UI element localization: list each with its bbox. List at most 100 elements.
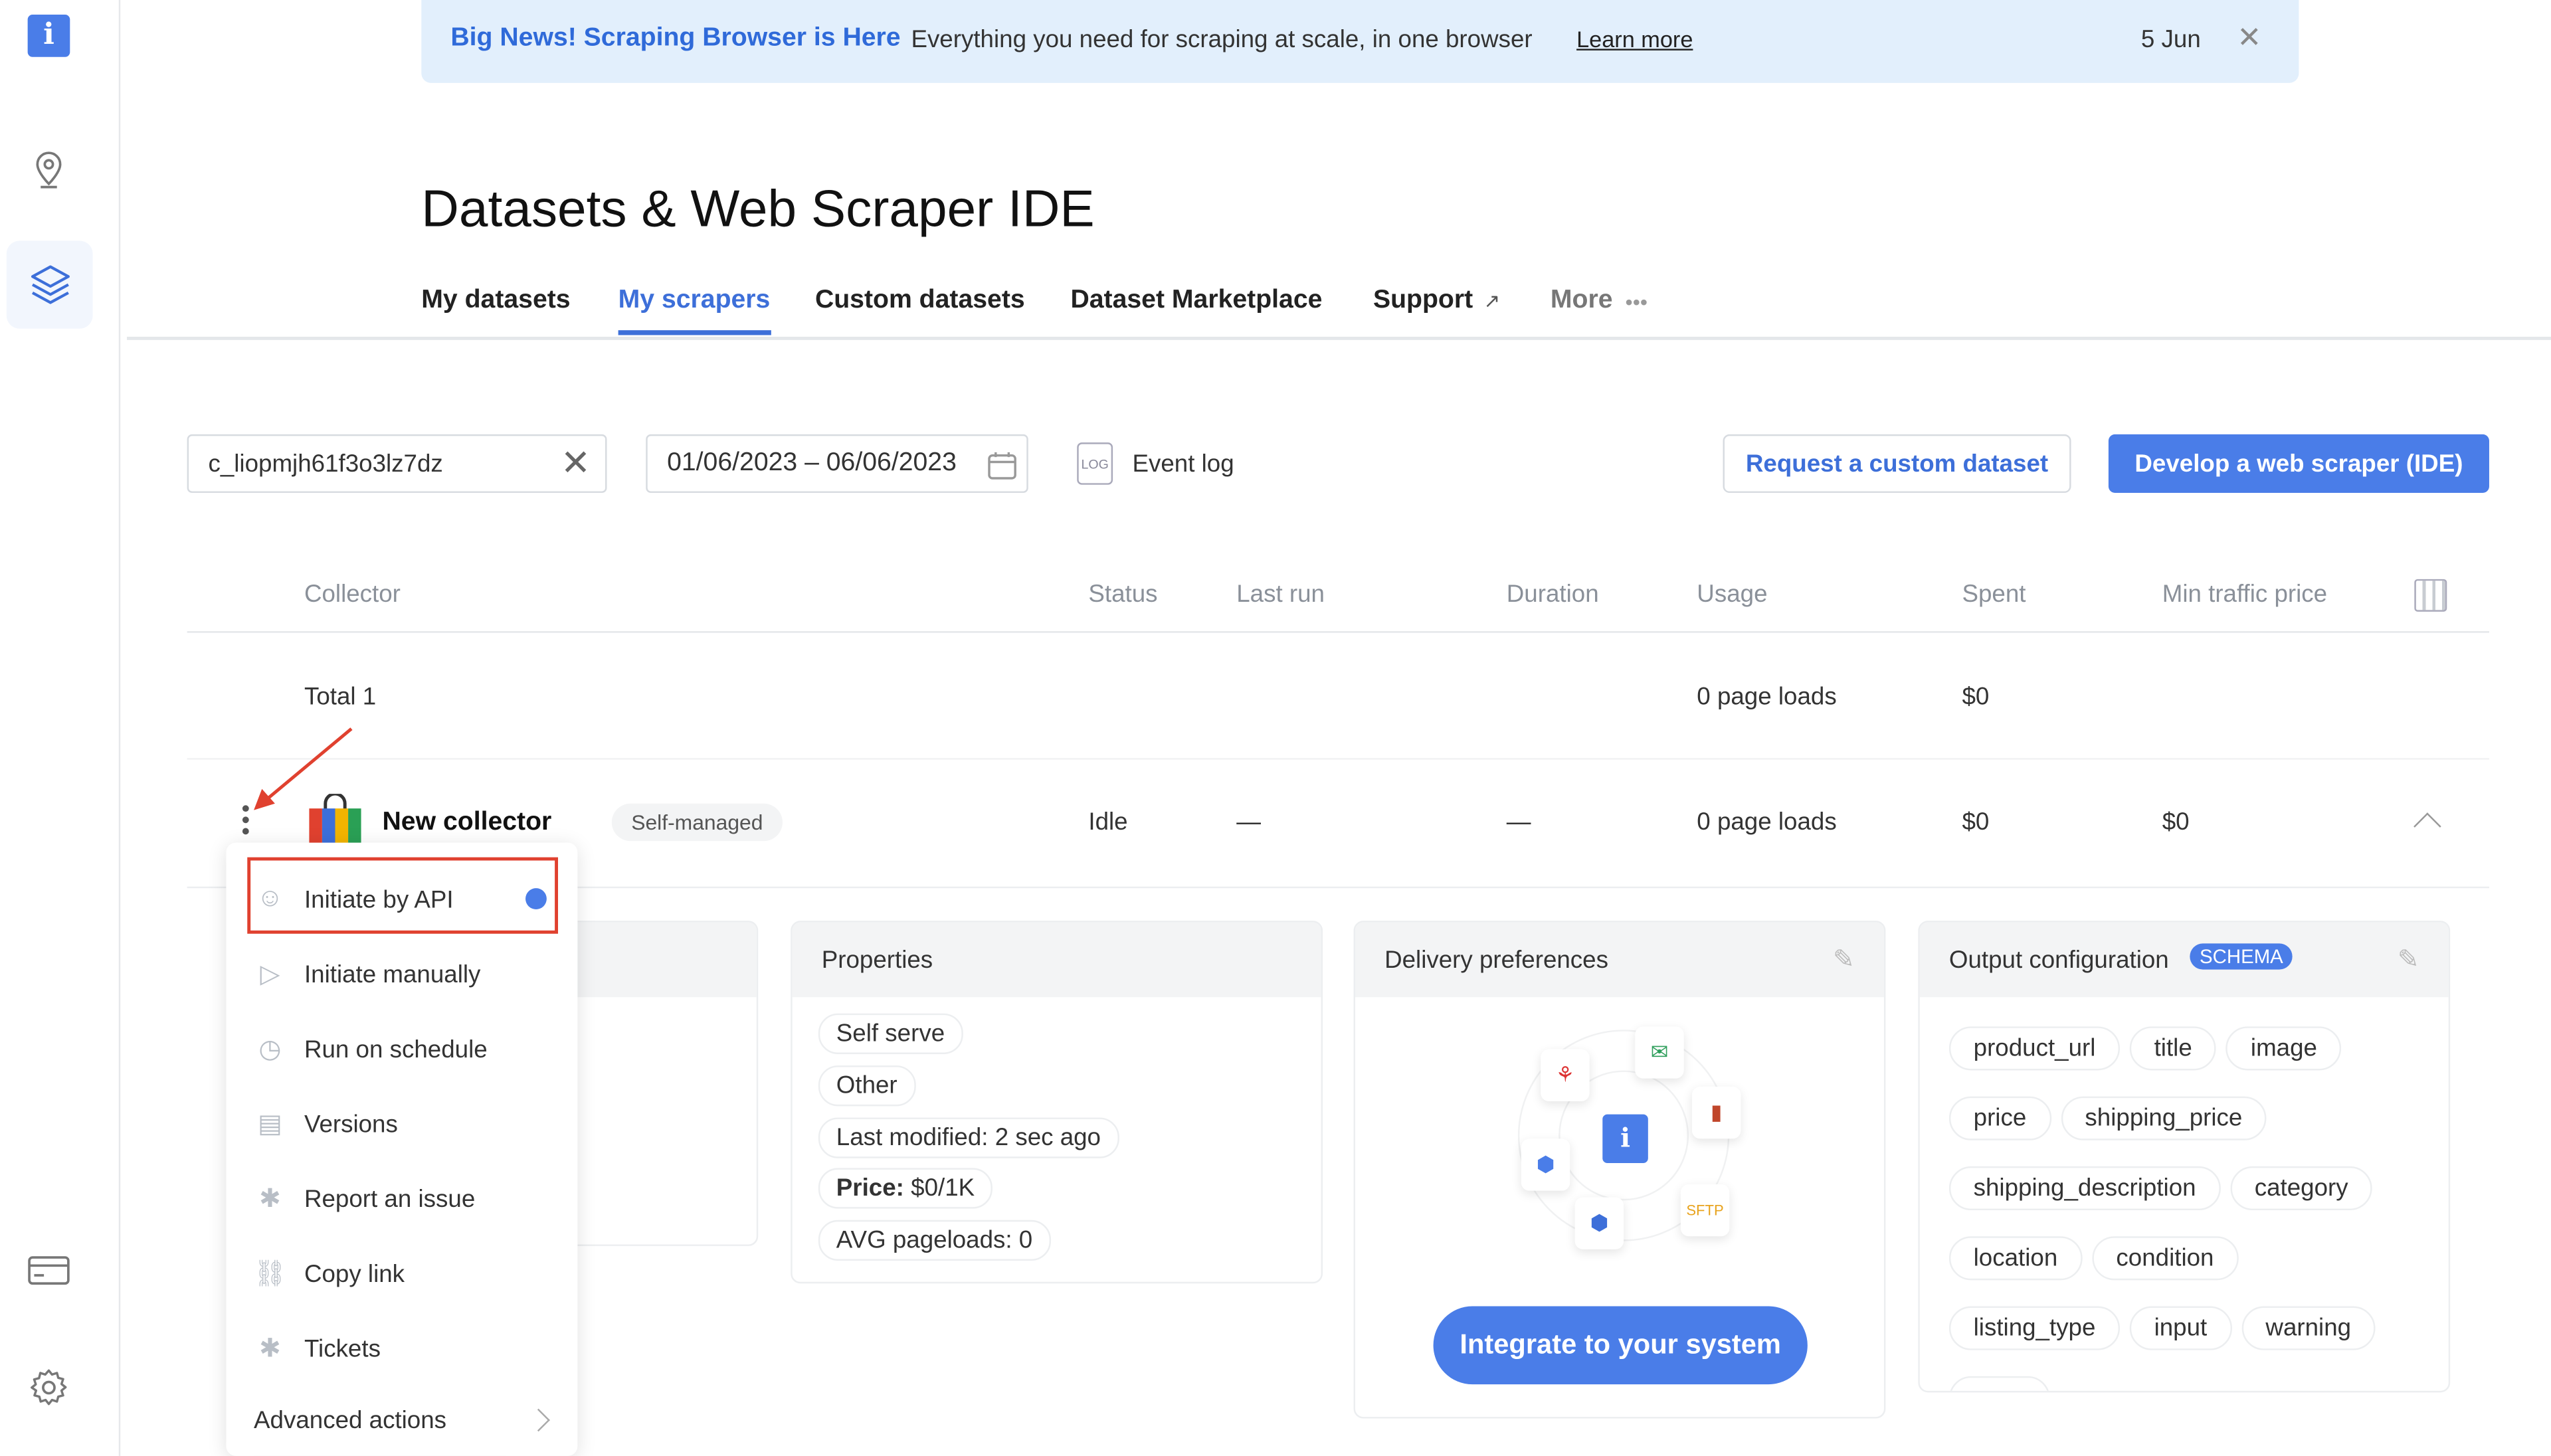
develop-web-scraper-button[interactable]: Develop a web scraper (IDE) — [2108, 434, 2489, 494]
calendar-clock-icon: ◷ — [258, 1036, 282, 1064]
billing-card-icon[interactable] — [28, 1256, 70, 1293]
webhook-icon: ⚘ — [1541, 1049, 1590, 1101]
menu-item-label: Initiate manually — [304, 960, 481, 988]
properties-title: Properties — [792, 922, 1321, 998]
schema-badge[interactable]: SCHEMA — [2190, 943, 2293, 970]
menu-item-label: Versions — [304, 1110, 398, 1138]
menu-item-label: Run on schedule — [304, 1035, 488, 1063]
api-status-dot — [525, 888, 547, 909]
menu-item-report-an-issue[interactable]: ✱ Report an issue — [252, 1180, 475, 1219]
tab-my-scrapers[interactable]: My scrapers — [618, 286, 771, 316]
collector-search-input[interactable]: c_liopmjh61f3o3lz7dz ✕ — [187, 434, 607, 494]
output-configuration-panel: Output configuration SCHEMA ✎ product_ur… — [1918, 921, 2451, 1393]
menu-item-advanced-actions[interactable]: Advanced actions — [254, 1401, 550, 1440]
chevron-right-icon — [527, 1408, 550, 1432]
property-tag: Last modified: 2 sec ago — [818, 1117, 1119, 1158]
menu-item-run-on-schedule[interactable]: ◷ Run on schedule — [252, 1030, 488, 1069]
logo-icon[interactable]: i — [27, 15, 70, 57]
integrate-button[interactable]: Integrate to your system — [1433, 1306, 1808, 1385]
output-field-tag: title — [2129, 1026, 2217, 1071]
output-field-tag: product_url — [1948, 1026, 2121, 1071]
row-usage: 0 page loads — [1697, 808, 1837, 836]
menu-item-label: Copy link — [304, 1259, 405, 1288]
active-tab-underline — [618, 330, 771, 335]
edit-icon[interactable]: ✎ — [1833, 943, 1855, 976]
delivery-preferences-panel: Delivery preferences ✎ i ⚘ ✉ ▮ ⬢ ⬢ SFTP … — [1353, 921, 1886, 1419]
column-collector[interactable]: Collector — [304, 581, 401, 608]
log-file-icon: ▤ — [258, 1111, 283, 1139]
google-storage-icon: ⬢ — [1521, 1138, 1570, 1191]
banner-learn-more-link[interactable]: Learn more — [1576, 26, 1693, 52]
advanced-actions-label: Advanced actions — [254, 1406, 447, 1434]
header-divider — [187, 631, 2489, 633]
more-dots-icon[interactable]: ••• — [1626, 290, 1648, 314]
event-log-button[interactable]: LOG Event log — [1077, 442, 1234, 485]
column-duration[interactable]: Duration — [1507, 581, 1599, 608]
column-last-run[interactable]: Last run — [1236, 581, 1325, 608]
sidebar-item-datasets[interactable] — [6, 240, 93, 329]
amazon-s3-icon: ▮ — [1691, 1086, 1741, 1139]
row-last-run: — — [1236, 808, 1261, 836]
email-icon: ✉ — [1635, 1026, 1684, 1079]
output-field-tag: condition — [2091, 1236, 2239, 1281]
price-tag: Price: $0/1K — [818, 1168, 993, 1209]
menu-item-copy-link[interactable]: ⛓ Copy link — [252, 1254, 405, 1293]
column-usage[interactable]: Usage — [1697, 581, 1767, 608]
price-value: $0/1K — [911, 1174, 975, 1202]
menu-item-versions[interactable]: ▤ Versions — [252, 1105, 398, 1144]
output-field-tag: input — [2129, 1306, 2231, 1350]
row-min-price: $0 — [2162, 808, 2190, 836]
output-field-tag: image — [2226, 1026, 2342, 1071]
columns-settings-icon[interactable] — [2414, 579, 2447, 612]
properties-panel: Properties Self serve Other Last modifie… — [791, 921, 1323, 1284]
tab-more[interactable]: More — [1551, 286, 1613, 316]
output-field-tag: error — [1948, 1376, 2049, 1391]
bug-icon: ✱ — [259, 1186, 281, 1214]
date-range-value: 01/06/2023 – 06/06/2023 — [667, 448, 957, 477]
banner-date: 5 Jun — [2140, 26, 2201, 54]
column-min-traffic-price[interactable]: Min traffic price — [2162, 581, 2327, 608]
menu-item-initiate-by-api[interactable]: ☺ Initiate by API — [252, 880, 454, 919]
collector-name[interactable]: New collector — [383, 808, 552, 838]
azure-blob-icon: ⬢ — [1574, 1197, 1624, 1249]
sidebar: i — [0, 0, 121, 1456]
close-icon[interactable]: ✕ — [2237, 21, 2261, 55]
external-link-icon: ↗ — [1483, 289, 1501, 313]
annotation-arrow — [254, 727, 353, 810]
tab-my-datasets[interactable]: My datasets — [421, 286, 570, 316]
edit-icon[interactable]: ✎ — [2398, 943, 2419, 976]
announcement-banner: Big News! Scraping Browser is Here Every… — [421, 0, 2299, 83]
avg-pageloads-tag: AVG pageloads: 0 — [818, 1220, 1051, 1261]
page-title: Datasets & Web Scraper IDE — [421, 179, 1095, 238]
menu-item-tickets[interactable]: ✱ Tickets — [252, 1329, 381, 1368]
menu-item-initiate-manually[interactable]: ▷ Initiate manually — [252, 955, 481, 994]
tab-dataset-marketplace[interactable]: Dataset Marketplace — [1070, 286, 1322, 316]
settings-gear-icon[interactable] — [29, 1368, 68, 1415]
banner-headline[interactable]: Big News! Scraping Browser is Here — [450, 25, 900, 54]
menu-item-label: Initiate by API — [304, 885, 454, 914]
tab-support[interactable]: Support — [1373, 286, 1473, 316]
brand-logo-icon: i — [1602, 1114, 1648, 1164]
log-file-icon: LOG — [1077, 442, 1113, 485]
clear-icon[interactable]: ✕ — [561, 442, 591, 485]
tab-custom-datasets[interactable]: Custom datasets — [815, 286, 1025, 316]
banner-text: Everything you need for scraping at scal… — [911, 26, 1533, 54]
search-value: c_liopmjh61f3o3lz7dz — [208, 450, 443, 478]
collector-actions-menu: Advanced actions ☺ Initiate by API ▷ Initia… — [226, 842, 578, 1456]
request-custom-dataset-button[interactable]: Request a custom dataset — [1723, 434, 2071, 494]
output-field-tag: category — [2230, 1166, 2373, 1211]
robot-icon: ☺ — [256, 885, 284, 913]
output-field-tag: shipping_price — [2060, 1096, 2267, 1140]
property-tag: Other — [818, 1065, 915, 1107]
output-field-tag: listing_type — [1948, 1306, 2121, 1350]
output-fields: product_url title image price shipping_price… — [1948, 1026, 2421, 1391]
calendar-icon — [988, 452, 1016, 480]
row-spent: $0 — [1962, 808, 1990, 836]
column-spent[interactable]: Spent — [1962, 581, 2026, 608]
row-status: Idle — [1088, 808, 1128, 836]
play-icon: ▷ — [260, 961, 280, 989]
row-duration: — — [1506, 808, 1531, 836]
column-status[interactable]: Status — [1088, 581, 1157, 608]
location-pin-icon[interactable] — [33, 149, 65, 197]
date-range-picker[interactable]: 01/06/2023 – 06/06/2023 — [646, 434, 1028, 494]
